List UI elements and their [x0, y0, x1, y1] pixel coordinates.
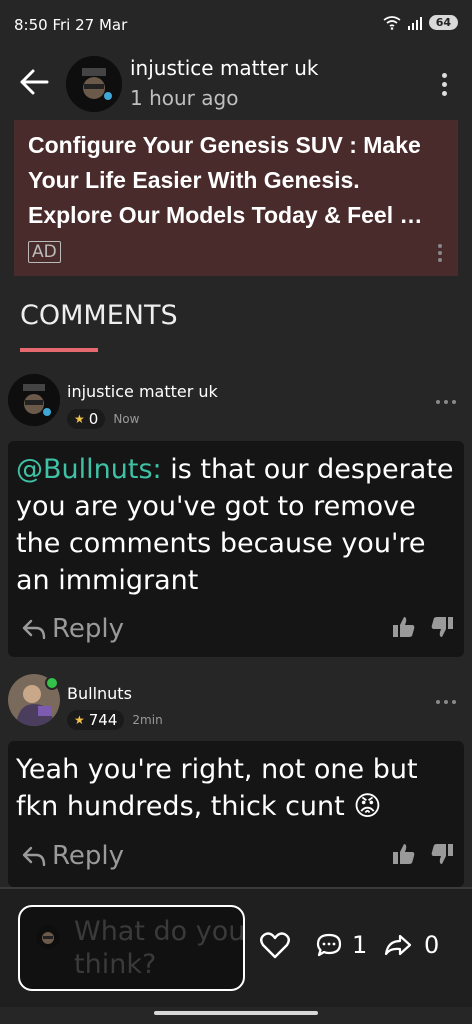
- heart-icon: [260, 932, 290, 959]
- like-button[interactable]: [260, 931, 290, 963]
- battery-indicator: 64: [428, 15, 458, 30]
- avatar-image: [8, 374, 60, 426]
- online-status-indicator: [45, 676, 59, 690]
- reputation-badge: ★ 744: [67, 710, 125, 730]
- comment-time: Now: [113, 412, 140, 426]
- comments-underline: [20, 348, 98, 352]
- status-time: 8:50 Fri 27 Mar: [14, 16, 128, 34]
- share-button[interactable]: 0: [384, 931, 439, 959]
- comment-body: Yeah you're right, not one but fkn hundr…: [8, 741, 464, 825]
- reply-label: Reply: [52, 841, 125, 871]
- avatar-image: [66, 56, 122, 112]
- reply-button[interactable]: Reply: [22, 614, 124, 644]
- reputation-value: 0: [88, 410, 99, 428]
- angry-face-emoji: 😡: [353, 791, 382, 822]
- comment-input-placeholder: What do you think?: [74, 916, 245, 980]
- signal-icon: [407, 16, 422, 30]
- comment-count-value: 1: [352, 931, 368, 959]
- thumbs-down-icon[interactable]: [430, 616, 454, 638]
- comment-input[interactable]: What do you think?: [18, 905, 245, 991]
- commenter-meta: ★ 0 Now: [67, 409, 139, 429]
- vote-buttons: [392, 843, 454, 865]
- status-bar: 8:50 Fri 27 Mar 64: [0, 0, 472, 50]
- reply-label: Reply: [52, 614, 125, 644]
- ad-text: Configure Your Genesis SUV : Make Your L…: [28, 132, 423, 228]
- user-mention[interactable]: @Bullnuts:: [16, 454, 162, 485]
- comment-bubble: @Bullnuts: is that our desperate you are…: [8, 441, 464, 657]
- page-title: injustice matter uk: [130, 56, 319, 80]
- ad-options-button[interactable]: [438, 244, 442, 262]
- star-icon: ★: [74, 412, 85, 426]
- share-icon: [384, 934, 412, 956]
- ad-banner[interactable]: Configure Your Genesis SUV : Make Your L…: [14, 120, 458, 276]
- user-avatar: [36, 925, 60, 949]
- reputation-value: 744: [88, 711, 118, 729]
- reply-icon: [22, 846, 46, 867]
- comments-button[interactable]: 1: [316, 931, 367, 959]
- wifi-icon: [383, 15, 401, 30]
- home-indicator[interactable]: [154, 1011, 318, 1015]
- arrow-left-icon: [20, 69, 49, 95]
- commenter-meta: ★ 744 2min: [67, 710, 163, 730]
- comment-time: 2min: [132, 713, 163, 727]
- post-time: 1 hour ago: [130, 86, 239, 110]
- thumbs-up-icon[interactable]: [392, 616, 416, 638]
- thumbs-up-icon[interactable]: [392, 843, 416, 865]
- ad-badge: AD: [28, 241, 61, 263]
- commenter-name[interactable]: injustice matter uk: [67, 382, 218, 401]
- more-menu-button[interactable]: [432, 68, 456, 100]
- star-icon: ★: [74, 713, 85, 727]
- comment-header: Bullnuts ★ 744 2min: [0, 674, 472, 734]
- commenter-name[interactable]: Bullnuts: [67, 684, 132, 703]
- top-bar: injustice matter uk 1 hour ago: [0, 50, 472, 116]
- share-count-value: 0: [424, 931, 440, 959]
- comment-options-button[interactable]: [436, 400, 456, 404]
- comment-bubble: Yeah you're right, not one but fkn hundr…: [8, 741, 464, 887]
- reply-button[interactable]: Reply: [22, 841, 124, 871]
- comments-heading: COMMENTS: [20, 300, 178, 331]
- reply-icon: [22, 619, 46, 640]
- author-avatar[interactable]: [66, 56, 122, 112]
- reputation-badge: ★ 0: [67, 409, 106, 429]
- comment-body: @Bullnuts: is that our desperate you are…: [8, 441, 464, 599]
- comment-composer: What do you think? 1 0: [0, 887, 472, 1007]
- commenter-avatar[interactable]: [8, 374, 60, 426]
- back-button[interactable]: [14, 62, 54, 102]
- thumbs-down-icon[interactable]: [430, 843, 454, 865]
- comment-options-button[interactable]: [436, 700, 456, 704]
- comment-header: injustice matter uk ★ 0 Now: [0, 374, 472, 434]
- vote-buttons: [392, 616, 454, 638]
- avatar-image: [36, 925, 60, 949]
- status-icons: 64: [383, 15, 458, 30]
- comment-icon: [316, 933, 342, 957]
